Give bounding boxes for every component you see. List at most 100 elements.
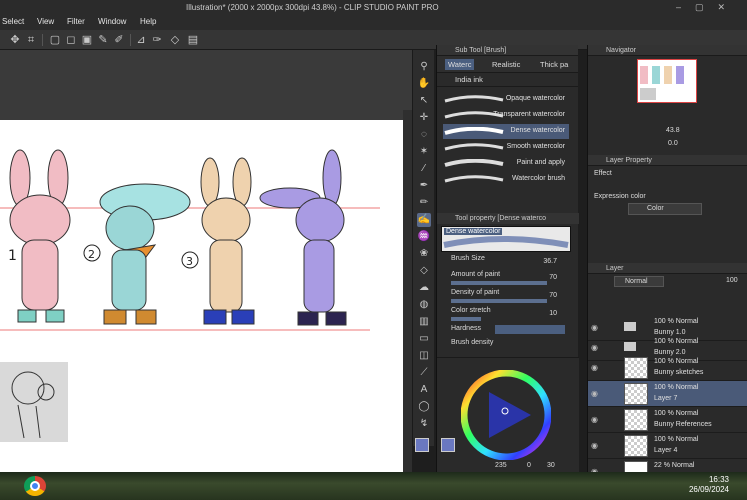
pencil-icon[interactable]: ✏ [417, 196, 431, 210]
prop-brush-density[interactable]: Brush density [451, 339, 569, 357]
document-icon[interactable]: ▤ [186, 33, 200, 47]
prop-label: Hardness [451, 325, 481, 332]
navigator-preview[interactable] [637, 59, 697, 103]
layer-row[interactable]: ◉ 100 % Normal Bunny References [588, 407, 747, 433]
clock-date: 26/09/2024 [688, 485, 729, 494]
navigator-title: Navigator [606, 47, 636, 54]
eye-icon[interactable]: ◉ [591, 415, 598, 424]
tab-realistic[interactable]: Realistic [489, 59, 523, 70]
ruler-tool-icon[interactable]: ⟋ [417, 366, 431, 380]
operation-icon[interactable]: ↖ [417, 94, 431, 108]
prop-label: Brush Size [451, 255, 485, 262]
text-icon[interactable]: A [417, 383, 431, 397]
prop-value[interactable]: 10 [549, 310, 557, 317]
blend-mode-dropdown[interactable]: Normal [614, 276, 664, 287]
brush-item[interactable]: Watercolor brush [443, 172, 569, 187]
airbrush-icon[interactable]: ♒ [417, 230, 431, 244]
toolbar-separator [130, 34, 131, 46]
pen-icon[interactable]: ✎ [96, 33, 110, 47]
expression-color-dropdown[interactable]: Color [628, 203, 702, 215]
edit-icon[interactable]: ✑ [150, 33, 164, 47]
lasso-icon[interactable]: ◌ [417, 128, 431, 142]
transform-icon[interactable]: ✥ [8, 33, 22, 47]
magic-wand-icon[interactable]: ✶ [417, 145, 431, 159]
menu-help[interactable]: Help [140, 17, 156, 26]
windows-taskbar: 16:33 26/09/2024 [0, 472, 747, 500]
brush-label: Watercolor brush [511, 175, 565, 182]
eye-icon[interactable]: ◉ [591, 323, 598, 332]
drawing-canvas[interactable]: 1 2 3 [0, 120, 403, 492]
eraser-icon[interactable]: ◇ [168, 33, 182, 47]
decoration-icon[interactable]: ❀ [417, 247, 431, 261]
prop-amount-of-paint[interactable]: Amount of paint 70 [451, 271, 569, 289]
eye-icon[interactable]: ◉ [591, 441, 598, 450]
select-all-icon[interactable]: ▢ [48, 33, 62, 47]
prop-value[interactable]: 70 [549, 292, 557, 299]
brush-icon[interactable]: ✍ [417, 213, 431, 227]
menu-window[interactable]: Window [98, 17, 126, 26]
color-wheel[interactable] [461, 370, 551, 460]
hand-icon[interactable]: ✋ [417, 77, 431, 91]
window-controls[interactable]: –▢✕ [676, 2, 739, 13]
prop-label: Density of paint [451, 289, 500, 296]
navigator-rotation[interactable]: 0.0 [668, 140, 678, 147]
eyedropper-icon[interactable]: ⁄ [417, 162, 431, 176]
deselect-icon[interactable]: ◻ [64, 33, 78, 47]
prop-density-of-paint[interactable]: Density of paint 70 [451, 289, 569, 307]
opacity-value[interactable]: 100 [726, 277, 738, 284]
prop-value[interactable]: 36.7 [543, 258, 557, 265]
eye-icon[interactable]: ◉ [591, 389, 598, 398]
menu-filter[interactable]: Filter [67, 17, 85, 26]
invert-selection-icon[interactable]: ▣ [80, 33, 94, 47]
main-color-swatch[interactable] [415, 438, 429, 452]
eye-icon[interactable]: ◉ [591, 363, 598, 372]
balloon-icon[interactable]: ◯ [417, 400, 431, 414]
tab-thick-paint[interactable]: Thick pa [537, 59, 571, 70]
brush-item[interactable]: Paint and apply [443, 156, 569, 171]
tab-watercolor[interactable]: Waterc [445, 59, 475, 70]
figure-icon[interactable]: ▭ [417, 332, 431, 346]
brush-item[interactable]: Transparent watercolor [443, 108, 569, 123]
color-wheel-panel: 235 0 30 [437, 357, 579, 472]
eraser-tool-icon[interactable]: ◇ [417, 264, 431, 278]
hardness-selector[interactable] [495, 325, 565, 334]
layer-mode: 100 % Normal [654, 410, 699, 417]
pen-tool-icon[interactable]: ✒ [417, 179, 431, 193]
move-icon[interactable]: ✛ [417, 111, 431, 125]
tab-india-ink[interactable]: India ink [455, 75, 483, 84]
menu-view[interactable]: View [37, 17, 54, 26]
prop-slider[interactable] [451, 281, 547, 285]
ruler-icon[interactable]: ⊿ [134, 33, 148, 47]
layer-name: Layer 4 [654, 447, 678, 454]
eye-icon[interactable]: ◉ [591, 343, 598, 352]
layer-row[interactable]: ◉ 100 % Normal Bunny sketches [588, 355, 747, 381]
prop-slider[interactable] [451, 299, 547, 303]
layer-row-selected[interactable]: ◉ 100 % Normal Layer 7 [588, 381, 747, 407]
subtool-panel-title: Sub Tool [Brush] [455, 47, 507, 54]
fill-icon[interactable]: ◍ [417, 298, 431, 312]
crop-icon[interactable]: ⌗ [24, 33, 38, 47]
canvas-vertical-scrollbar[interactable] [403, 110, 412, 490]
zoom-icon[interactable]: ⚲ [417, 60, 431, 74]
brush-item-selected[interactable]: Dense watercolor [443, 124, 569, 139]
gradient-icon[interactable]: ▥ [417, 315, 431, 329]
chrome-icon[interactable] [24, 476, 46, 496]
layer-row[interactable]: ◉ 100 % Normal Layer 4 [588, 433, 747, 459]
prop-slider[interactable] [451, 317, 481, 321]
canvas-workspace[interactable]: 1 2 3 [0, 50, 412, 494]
correct-line-icon[interactable]: ↯ [417, 417, 431, 431]
prop-value[interactable]: 70 [549, 274, 557, 281]
toolbar-separator [42, 34, 43, 46]
menu-select[interactable]: Select [2, 17, 24, 26]
layer-property-title: Layer Property [606, 157, 652, 164]
frame-icon[interactable]: ◫ [417, 349, 431, 363]
bunny-illustration: 1 2 3 [0, 149, 380, 442]
prop-color-stretch[interactable]: Color stretch 10 [451, 307, 569, 325]
taskbar-clock[interactable]: 16:33 26/09/2024 [689, 475, 729, 495]
brush-item[interactable]: Opaque watercolor [443, 92, 569, 107]
color-swatch[interactable] [441, 438, 455, 452]
blend-icon[interactable]: ☁ [417, 281, 431, 295]
brush-item[interactable]: Smooth watercolor [443, 140, 569, 155]
navigator-zoom[interactable]: 43.8 [666, 127, 680, 134]
pen-alt-icon[interactable]: ✐ [112, 33, 126, 47]
